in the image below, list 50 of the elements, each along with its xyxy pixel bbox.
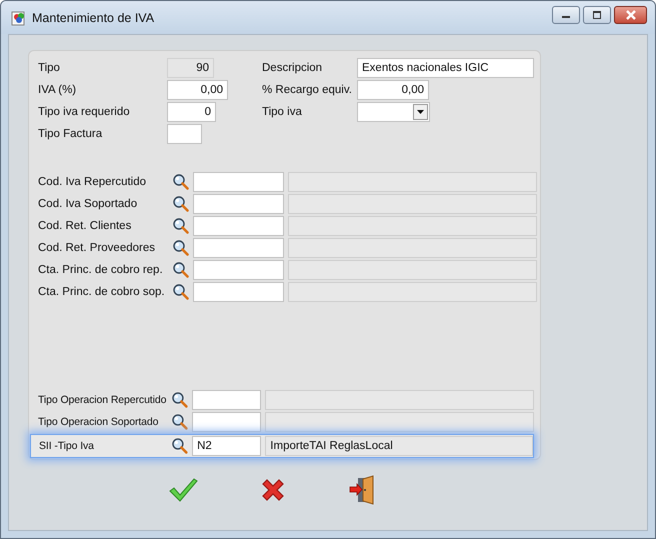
code-field[interactable] bbox=[193, 172, 284, 192]
field-label: Cta. Princ. de cobro rep. bbox=[38, 264, 164, 276]
search-icon[interactable] bbox=[172, 283, 190, 301]
field-label: Cod. Iva Soportado bbox=[38, 198, 138, 210]
input-field[interactable]: 0,00 bbox=[167, 80, 228, 100]
field-label: SII -Tipo Iva bbox=[39, 440, 95, 452]
maximize-icon bbox=[592, 10, 602, 18]
field-label: Cod. Ret. Clientes bbox=[38, 220, 132, 232]
search-icon[interactable] bbox=[172, 195, 190, 213]
minimize-button[interactable] bbox=[552, 6, 580, 24]
maximize-button[interactable] bbox=[583, 6, 611, 24]
input-field[interactable]: Exentos nacionales IGIC bbox=[357, 58, 534, 78]
dropdown-field[interactable] bbox=[357, 102, 430, 122]
field-label: Tipo iva bbox=[262, 106, 303, 118]
input-field[interactable]: 0,00 bbox=[357, 80, 429, 100]
field-label: Tipo Operacion Repercutido bbox=[38, 394, 168, 406]
code-field[interactable] bbox=[193, 238, 284, 258]
code-field[interactable] bbox=[192, 412, 262, 432]
selected-row[interactable]: SII -Tipo Iva N2 ImporteTAI ReglasLocal bbox=[30, 434, 534, 458]
field-label: IVA (%) bbox=[38, 84, 78, 96]
app-icon bbox=[11, 10, 27, 26]
field-label: Descripcion bbox=[262, 62, 324, 74]
code-field[interactable] bbox=[193, 260, 284, 280]
search-icon[interactable] bbox=[172, 173, 190, 191]
field-label: Tipo Operacion Soportado bbox=[38, 416, 160, 428]
code-field[interactable] bbox=[193, 216, 284, 236]
code-field[interactable]: N2 bbox=[192, 436, 262, 456]
description-field: ImporteTAI ReglasLocal bbox=[265, 436, 533, 456]
search-icon[interactable] bbox=[172, 217, 190, 235]
input-field[interactable]: 0 bbox=[167, 102, 216, 122]
code-field[interactable] bbox=[193, 194, 284, 214]
input-field[interactable]: 90 bbox=[167, 58, 214, 78]
code-field[interactable] bbox=[193, 282, 284, 302]
window-title: Mantenimiento de IVA bbox=[32, 10, 156, 24]
input-field[interactable] bbox=[167, 124, 202, 144]
field-label: Tipo Factura bbox=[38, 128, 104, 140]
field-label: Tipo iva requerido bbox=[38, 106, 131, 118]
search-icon[interactable] bbox=[172, 261, 190, 279]
field-label: Cod. Ret. Proveedores bbox=[38, 242, 156, 254]
field-label: Cta. Princ. de cobro sop. bbox=[38, 286, 166, 298]
field-label: Tipo bbox=[38, 62, 61, 74]
field-label: % Recargo equiv. bbox=[262, 84, 353, 96]
search-icon[interactable] bbox=[170, 391, 189, 409]
search-icon[interactable] bbox=[171, 437, 190, 455]
search-icon[interactable] bbox=[170, 413, 189, 431]
search-icon[interactable] bbox=[172, 239, 190, 257]
code-field[interactable] bbox=[192, 390, 262, 410]
close-icon bbox=[624, 10, 636, 20]
field-label: Cod. Iva Repercutido bbox=[38, 176, 148, 188]
close-button[interactable] bbox=[614, 6, 647, 24]
